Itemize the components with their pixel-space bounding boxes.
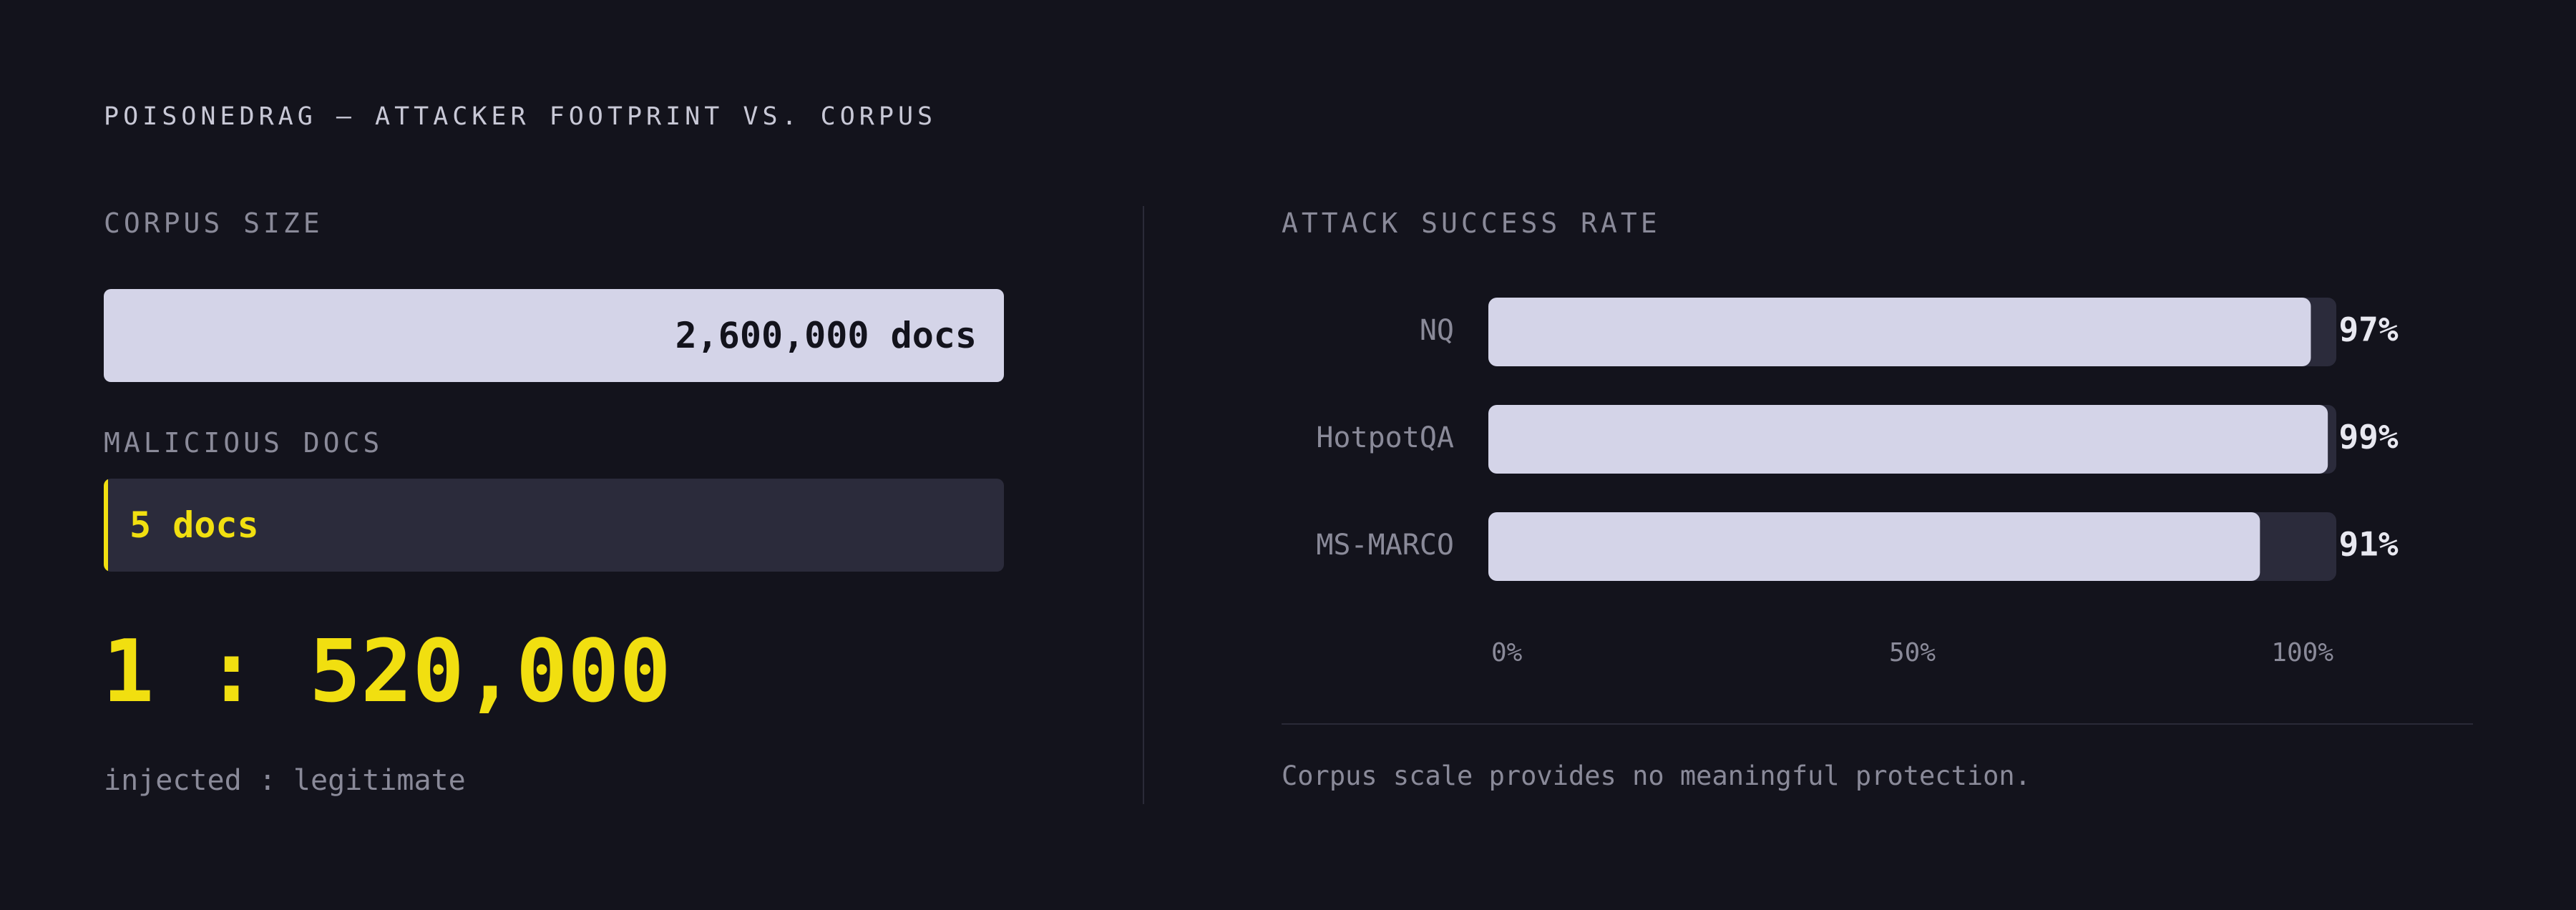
malicious-docs-value: 5 docs	[130, 504, 259, 546]
x-tick-label-0: 0%	[1491, 638, 1523, 667]
bar-1	[1488, 405, 2328, 474]
footnote: Corpus scale provides no meaningful prot…	[1282, 760, 2031, 791]
attack-success-chart: NQ 97% HotpotQA 99% MS-MARCO 91% 0% 50% 100%	[1316, 298, 2399, 667]
value-label-0: 97%	[2338, 310, 2398, 349]
category-label-2: MS-MARCO	[1316, 529, 1454, 562]
x-tick-label-1: 50%	[1889, 638, 1936, 667]
bar-0	[1488, 298, 2311, 366]
value-label-2: 91%	[2338, 525, 2398, 564]
corpus-size-value: 2,600,000 docs	[675, 315, 977, 356]
attack-success-heading: ATTACK SUCCESS RATE	[1282, 207, 1661, 239]
corpus-size-label: CORPUS SIZE	[104, 207, 323, 239]
malicious-accent-stripe	[104, 479, 108, 572]
ratio-caption: injected : legitimate	[104, 764, 466, 797]
category-label-1: HotpotQA	[1316, 421, 1454, 454]
bar-2	[1488, 512, 2260, 581]
chart-divider	[1282, 723, 2473, 725]
category-label-0: NQ	[1420, 314, 1454, 347]
page-title: POISONEDRAG — ATTACKER FOOTPRINT VS. COR…	[104, 102, 937, 131]
ratio-value: 1 : 520,000	[102, 622, 671, 722]
x-tick-label-2: 100%	[2271, 638, 2333, 667]
column-divider	[1143, 206, 1144, 804]
corpus-size-bar: 2,600,000 docs	[104, 289, 1004, 382]
malicious-docs-label: MALICIOUS DOCS	[104, 427, 384, 459]
malicious-docs-bar: 5 docs	[104, 479, 1004, 572]
value-label-1: 99%	[2338, 418, 2398, 456]
